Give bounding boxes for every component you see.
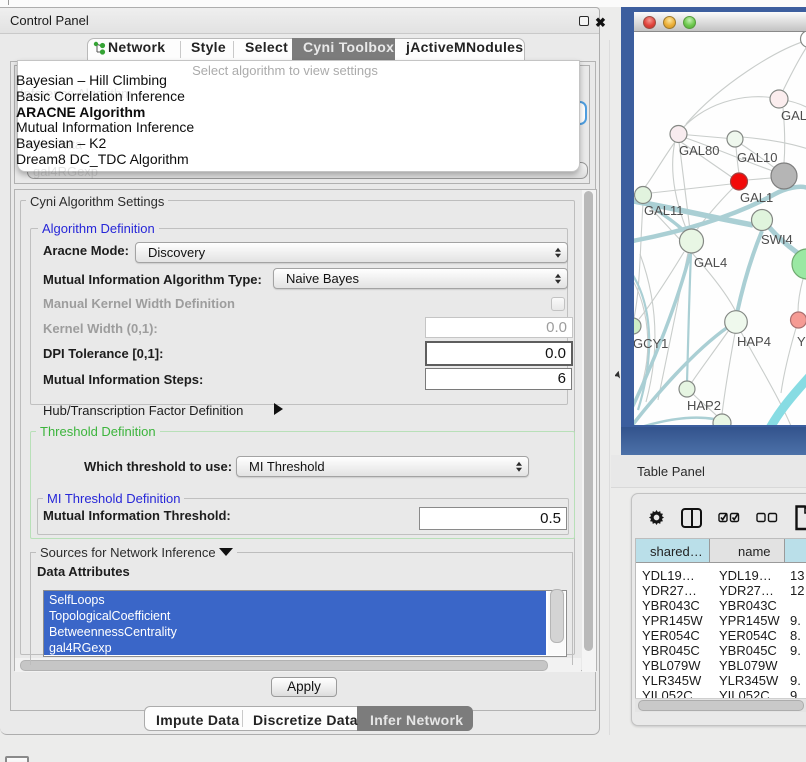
svg-text:HAP2: HAP2 bbox=[687, 398, 721, 413]
svg-text:GCY1: GCY1 bbox=[634, 336, 668, 351]
svg-text:Y: Y bbox=[797, 334, 806, 349]
svg-text:SWI4: SWI4 bbox=[761, 232, 793, 247]
svg-text:HAP4: HAP4 bbox=[737, 334, 771, 349]
svg-text:GAL2: GAL2 bbox=[781, 108, 806, 123]
svg-text:GAL11: GAL11 bbox=[644, 203, 684, 218]
svg-text:GAL1: GAL1 bbox=[740, 190, 773, 205]
svg-text:GAL80: GAL80 bbox=[679, 143, 719, 158]
svg-text:GAL10: GAL10 bbox=[737, 150, 777, 165]
svg-text:GAL4: GAL4 bbox=[694, 255, 727, 270]
